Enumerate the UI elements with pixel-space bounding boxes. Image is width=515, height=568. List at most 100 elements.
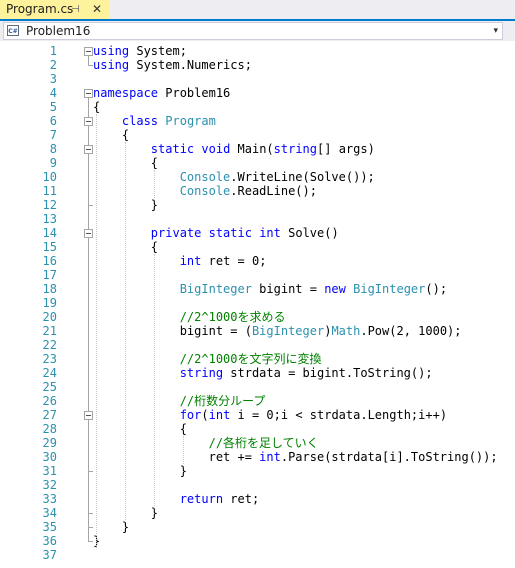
- collapse-toggle-icon[interactable]: [84, 47, 93, 56]
- code-token: System;: [129, 44, 187, 58]
- code-line[interactable]: 1 using System;: [0, 44, 515, 58]
- code-token: BigInteger: [251, 324, 325, 338]
- navigation-bar: C# Problem16 ▾: [0, 21, 515, 41]
- code-line[interactable]: 6 class Program: [0, 114, 515, 128]
- code-line[interactable]: 22: [0, 338, 515, 352]
- code-text: Console.ReadLine();: [93, 184, 317, 198]
- line-number: 20: [42, 310, 57, 324]
- line-number: 37: [42, 548, 57, 562]
- code-token: }: [93, 520, 130, 534]
- code-line[interactable]: 24 string strdata = bigint.ToString();: [0, 366, 515, 380]
- code-line[interactable]: 4 namespace Problem16: [0, 86, 515, 100]
- code-line[interactable]: 14 private static int Solve(): [0, 226, 515, 240]
- code-line[interactable]: 16 int ret = 0;: [0, 254, 515, 268]
- code-line[interactable]: 2 using System.Numerics;: [0, 58, 515, 72]
- csharp-project-icon: C#: [7, 25, 19, 36]
- line-number: 36: [42, 534, 57, 548]
- code-token: {: [93, 422, 187, 436]
- line-number: 22: [42, 338, 57, 352]
- line-number: 34: [42, 506, 57, 520]
- code-line[interactable]: 34 }: [0, 506, 515, 520]
- chevron-down-icon[interactable]: ▾: [493, 23, 498, 39]
- line-number: 15: [42, 240, 57, 254]
- code-line[interactable]: 20 //2^1000を求める: [0, 310, 515, 324]
- code-line[interactable]: 13: [0, 212, 515, 226]
- line-number: 30: [42, 450, 57, 464]
- code-line[interactable]: 3: [0, 72, 515, 86]
- code-line[interactable]: 10 Console.WriteLine(Solve());: [0, 170, 515, 184]
- code-line[interactable]: 37: [0, 548, 515, 562]
- code-token: //桁数分ループ: [179, 394, 266, 408]
- indent-guide: [124, 142, 126, 520]
- line-number: 2: [49, 58, 57, 72]
- code-line[interactable]: 21 bigint = (BigInteger)Math.Pow(2, 1000…: [0, 324, 515, 338]
- code-text: {: [93, 100, 100, 114]
- code-line[interactable]: 18 BigInteger bigint = new BigInteger();: [0, 282, 515, 296]
- code-line[interactable]: 32: [0, 478, 515, 492]
- code-line[interactable]: 31 }: [0, 464, 515, 478]
- code-token: Console: [179, 184, 231, 198]
- code-line[interactable]: 9 {: [0, 156, 515, 170]
- code-token: //各桁を足していく: [208, 436, 319, 450]
- code-token: //2^1000を求める: [179, 310, 286, 324]
- code-line[interactable]: 5{: [0, 100, 515, 114]
- line-number: 11: [42, 184, 57, 198]
- line-number: 35: [42, 520, 57, 534]
- code-line[interactable]: 17: [0, 268, 515, 282]
- collapse-toggle-icon[interactable]: [84, 411, 93, 420]
- code-line[interactable]: 15 {: [0, 240, 515, 254]
- tab-title: Program.cs: [6, 2, 74, 16]
- collapse-toggle-icon[interactable]: [84, 229, 93, 238]
- scope-dropdown[interactable]: C# Problem16 ▾: [3, 22, 503, 40]
- code-line[interactable]: 7 {: [0, 128, 515, 142]
- code-line[interactable]: 25: [0, 380, 515, 394]
- line-number: 3: [49, 72, 57, 86]
- outline-end-marker: [88, 65, 93, 66]
- code-line[interactable]: 33 return ret;: [0, 492, 515, 506]
- code-line[interactable]: 11 Console.ReadLine();: [0, 184, 515, 198]
- outline-line: [88, 420, 89, 471]
- code-line[interactable]: 26 //桁数分ループ: [0, 394, 515, 408]
- line-number: 1: [49, 44, 57, 58]
- code-line[interactable]: 12 }: [0, 198, 515, 212]
- code-text: {: [93, 422, 187, 436]
- line-number: 12: [42, 198, 57, 212]
- code-line[interactable]: 19: [0, 296, 515, 310]
- indent-guide: [182, 436, 184, 464]
- close-icon[interactable]: ✕: [92, 0, 102, 19]
- code-line[interactable]: 27 for(int i = 0;i < strdata.Length;i++): [0, 408, 515, 422]
- code-text: string strdata = bigint.ToString();: [93, 366, 433, 380]
- line-number: 14: [42, 226, 57, 240]
- code-line[interactable]: 8 static void Main(string[] args): [0, 142, 515, 156]
- code-token: ret;: [223, 492, 260, 506]
- code-line[interactable]: 30 ret += int.Parse(strdata[i].ToString(…: [0, 450, 515, 464]
- tab-program-cs[interactable]: Program.cs ⊣ ✕: [0, 0, 110, 19]
- code-line[interactable]: 36}: [0, 534, 515, 548]
- code-token: (: [201, 408, 209, 422]
- line-number: 31: [42, 464, 57, 478]
- code-text: bigint = (BigInteger)Math.Pow(2, 1000);: [93, 324, 462, 338]
- code-token: private: [150, 226, 202, 240]
- code-line[interactable]: 29 //各桁を足していく: [0, 436, 515, 450]
- collapse-toggle-icon[interactable]: [84, 145, 93, 154]
- collapse-toggle-icon[interactable]: [84, 89, 93, 98]
- code-text: }: [93, 464, 187, 478]
- code-line[interactable]: 23 //2^1000を文字列に変換: [0, 352, 515, 366]
- code-line[interactable]: 35 }: [0, 520, 515, 534]
- code-line[interactable]: 28 {: [0, 422, 515, 436]
- collapse-toggle-icon[interactable]: [84, 117, 93, 126]
- code-token: static: [150, 142, 195, 156]
- line-number: 33: [42, 492, 57, 506]
- code-editor[interactable]: 1 using System; 2 using System.Numerics; 3 4 n…: [0, 41, 515, 568]
- pin-icon[interactable]: ⊣: [71, 0, 80, 19]
